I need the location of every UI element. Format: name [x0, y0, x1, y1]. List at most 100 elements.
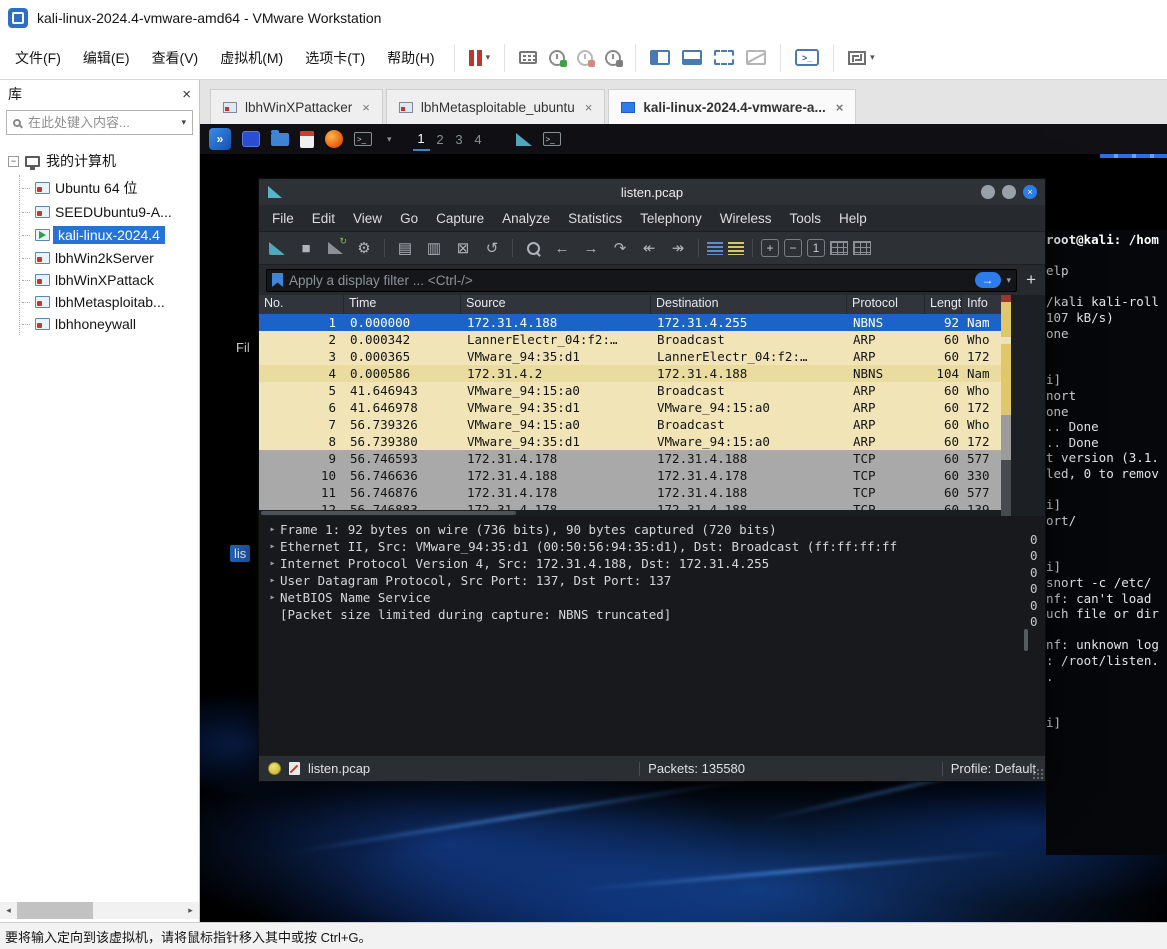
open-terminal-button[interactable]	[789, 43, 825, 73]
go-back-icon[interactable]: ←	[550, 237, 574, 259]
wireshark-menu-item[interactable]: Wireless	[711, 211, 781, 226]
packet-row[interactable]: 12 56.746883 172.31.4.178 172.31.4.188 T…	[259, 501, 1001, 510]
expert-info-button[interactable]	[268, 762, 281, 775]
apply-filter-button[interactable]: →	[974, 272, 1001, 288]
scrollbar-thumb[interactable]	[17, 902, 93, 919]
close-tab-button[interactable]: ×	[362, 100, 370, 115]
open-file-icon[interactable]: ▤	[393, 237, 417, 259]
wireshark-menu-item[interactable]: Go	[391, 211, 427, 226]
terminal-launcher-icon[interactable]	[354, 132, 372, 146]
display-filter-input[interactable]	[289, 272, 969, 288]
packet-row[interactable]: 5 41.646943 VMware_94:15:a0 Broadcast AR…	[259, 382, 1001, 399]
revert-snapshot-button[interactable]	[571, 43, 599, 73]
close-file-icon[interactable]: ⊠	[451, 237, 475, 259]
menu-item[interactable]: 虚拟机(M)	[209, 36, 294, 79]
packet-row[interactable]: 7 56.739326 VMware_94:15:a0 Broadcast AR…	[259, 416, 1001, 433]
wireshark-menu-item[interactable]: Help	[830, 211, 876, 226]
menu-item[interactable]: 编辑(E)	[72, 36, 141, 79]
detail-row[interactable]: ▸ Internet Protocol Version 4, Src: 172.…	[265, 555, 1022, 572]
wireshark-taskbar-icon[interactable]	[515, 132, 532, 146]
chevron-down-icon[interactable]: ▾	[486, 52, 491, 63]
desktop-icon-label-selected[interactable]: lis	[230, 545, 251, 562]
menu-item[interactable]: 帮助(H)	[376, 36, 445, 79]
detail-row[interactable]: [Packet size limited during capture: NBN…	[265, 606, 1022, 623]
expand-arrow-icon[interactable]: ▸	[265, 572, 280, 589]
go-to-packet-icon[interactable]: ↷	[608, 237, 632, 259]
vm-item[interactable]: kali-linux-2024.4	[31, 223, 195, 247]
search-input[interactable]	[28, 115, 182, 130]
edit-columns-icon[interactable]	[853, 241, 871, 255]
scrollbar-thumb[interactable]	[1024, 629, 1028, 651]
details-scrollbar[interactable]	[1022, 521, 1030, 755]
profile-label[interactable]: Profile: Default	[951, 761, 1036, 776]
vm-tab[interactable]: kali-linux-2024.4-vmware-a... ×	[608, 89, 857, 124]
wireshark-menu-item[interactable]: Edit	[303, 211, 344, 226]
packet-row[interactable]: 8 56.739380 VMware_94:35:d1 VMware_94:15…	[259, 433, 1001, 450]
wireshark-menu-item[interactable]: File	[263, 211, 303, 226]
add-filter-button[interactable]: +	[1024, 270, 1038, 290]
maximize-button[interactable]	[1002, 185, 1016, 199]
expand-arrow-icon[interactable]: ▸	[265, 589, 280, 606]
wireshark-menu-item[interactable]: Capture	[427, 211, 493, 226]
find-packet-icon[interactable]	[521, 237, 545, 259]
column-header[interactable]: Time	[344, 295, 461, 314]
packet-row[interactable]: 6 41.646978 VMware_94:35:d1 VMware_94:15…	[259, 399, 1001, 416]
close-button[interactable]: ×	[1023, 185, 1037, 199]
vm-tab[interactable]: lbhWinXPattacker ×	[210, 89, 383, 124]
start-capture-icon[interactable]	[265, 237, 289, 259]
terminal-window[interactable]: root@kali: /hom elp/kali kali-roll 107 kB/…	[1046, 230, 1167, 855]
kali-menu-icon[interactable]	[209, 128, 231, 150]
display-filter-field[interactable]: → ▾	[266, 268, 1018, 292]
normal-size-icon[interactable]: 1	[807, 239, 825, 257]
capture-options-icon[interactable]: ⚙	[352, 237, 376, 259]
detail-row[interactable]: ▸ NetBIOS Name Service	[265, 589, 1022, 606]
vm-item[interactable]: lbhWin2kServer	[31, 247, 195, 269]
filter-bookmark-icon[interactable]	[272, 273, 283, 287]
expander-icon[interactable]: −	[8, 155, 19, 167]
colorize-packets-icon[interactable]	[707, 241, 723, 255]
go-forward-icon[interactable]: →	[579, 237, 603, 259]
column-header[interactable]: Source	[461, 295, 651, 314]
chevron-down-icon[interactable]: ▾	[387, 134, 392, 145]
minimize-button[interactable]	[981, 185, 995, 199]
close-panel-button[interactable]: ×	[182, 86, 191, 103]
scrollbar-thumb[interactable]	[261, 511, 516, 515]
zoom-out-icon[interactable]: −	[784, 239, 802, 257]
expand-arrow-icon[interactable]: ▸	[265, 521, 280, 538]
chevron-down-icon[interactable]: ▾	[870, 52, 875, 63]
text-editor-icon[interactable]	[300, 130, 314, 148]
stop-capture-icon[interactable]: ■	[294, 237, 318, 259]
resize-columns-icon[interactable]	[830, 241, 848, 255]
chevron-down-icon[interactable]: ▾	[181, 117, 186, 128]
filter-dropdown-caret[interactable]: ▾	[1007, 275, 1012, 286]
packet-row[interactable]: 10 56.746636 172.31.4.188 172.31.4.178 T…	[259, 467, 1001, 484]
vm-tab[interactable]: lbhMetasploitable_ubuntu ×	[385, 89, 606, 124]
packet-row[interactable]: 2 0.000342 LannerElectr_04:f2:… Broadcas…	[259, 331, 1001, 348]
tree-root-my-computer[interactable]: − 我的计算机	[6, 149, 195, 173]
app-window-icon[interactable]	[242, 131, 260, 147]
next-packet-icon[interactable]: ↠	[666, 237, 690, 259]
workspace-button[interactable]: 2	[432, 127, 449, 151]
scrollbar-track[interactable]	[17, 902, 182, 919]
show-library-toggle[interactable]	[644, 43, 676, 73]
menu-item[interactable]: 查看(V)	[141, 36, 210, 79]
column-header[interactable]: Length	[925, 295, 962, 314]
wireshark-menu-item[interactable]: Tools	[780, 211, 830, 226]
previous-packet-icon[interactable]: ↞	[637, 237, 661, 259]
sidebar-horizontal-scrollbar[interactable]: ◂ ▸	[0, 902, 199, 919]
resize-grip[interactable]	[1032, 768, 1043, 779]
workspace-button[interactable]: 3	[451, 127, 468, 151]
column-header[interactable]: Info	[962, 295, 1001, 314]
scroll-left-button[interactable]: ◂	[0, 905, 17, 916]
fullscreen-toggle[interactable]	[708, 43, 740, 73]
vm-item[interactable]: lbhhoneywall	[31, 313, 195, 335]
vm-console-display[interactable]: ▾ 1234 Fil lis root@kali: /homelp/kali k…	[200, 124, 1167, 922]
packet-row[interactable]: 3 0.000365 VMware_94:35:d1 LannerElectr_…	[259, 348, 1001, 365]
column-header[interactable]: No.	[259, 295, 344, 314]
firefox-icon[interactable]	[325, 130, 343, 148]
packet-row[interactable]: 9 56.746593 172.31.4.178 172.31.4.188 TC…	[259, 450, 1001, 467]
packet-list-hscrollbar[interactable]	[259, 510, 1001, 516]
workspace-button[interactable]: 4	[470, 127, 487, 151]
enter-fullscreen-button[interactable]: ▾	[842, 43, 881, 73]
detail-row[interactable]: ▸ Ethernet II, Src: VMware_94:35:d1 (00:…	[265, 538, 1022, 555]
